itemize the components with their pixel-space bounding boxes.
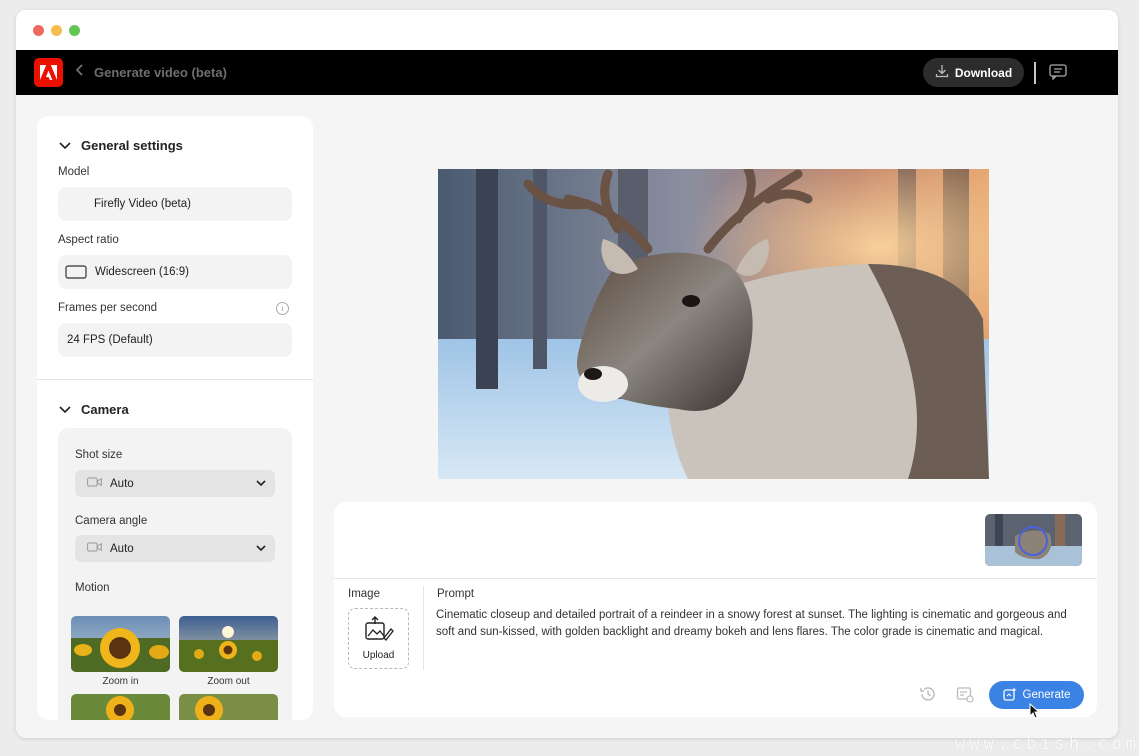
prompt-divider [423,586,424,670]
app-topbar: Generate video (beta) Download [16,50,1118,95]
fps-label: Frames per second [58,302,158,314]
camera-angle-select[interactable]: Auto [75,535,275,562]
camera-angle-value: Auto [110,542,134,555]
upload-image-icon [364,616,394,647]
camera-header[interactable]: Camera [59,402,129,417]
camera-angle-label: Camera angle [75,515,148,527]
page-title: Generate video (beta) [94,65,227,80]
minimize-window-button[interactable] [51,25,62,36]
generate-sparkle-icon [1002,687,1017,704]
maximize-window-button[interactable] [69,25,80,36]
chevron-down-icon [59,138,71,153]
image-label: Image [348,588,380,600]
motion-zoom-out-thumbnail[interactable] [179,616,278,672]
app-window: Generate video (beta) Download General s… [16,10,1118,738]
watermark-text: www.cbish.com [955,734,1139,754]
aspect-ratio-value: Widescreen (16:9) [95,266,189,278]
aspect-ratio-label: Aspect ratio [58,234,119,246]
video-preview-image [438,169,989,479]
model-value: Firefly Video (beta) [94,198,191,210]
settings-icon[interactable] [956,685,974,708]
shot-size-select[interactable]: Auto [75,470,275,497]
motion-option-thumbnail[interactable] [179,694,278,720]
info-icon[interactable]: i [276,302,289,315]
panel-divider [37,379,313,380]
widescreen-icon [65,265,87,279]
download-button[interactable]: Download [923,58,1024,87]
download-label: Download [954,65,1013,80]
chat-icon[interactable] [1049,64,1067,85]
download-icon [935,64,949,81]
zoom-in-label: Zoom in [102,676,139,687]
camera-settings-box: Shot size Auto Camera angle Auto Motion … [58,428,292,720]
close-window-button[interactable] [33,25,44,36]
fps-value: 24 FPS (Default) [67,334,153,346]
generation-history-thumbnail[interactable] [985,514,1082,566]
motion-option-thumbnail[interactable] [71,694,170,720]
motion-label: Motion [75,582,110,594]
prompt-textarea[interactable]: Cinematic closeup and detailed portrait … [436,607,1086,640]
generate-label: Generate [1022,689,1071,701]
chevron-down-icon [59,402,71,417]
upload-label: Upload [362,650,395,661]
fps-select[interactable]: 24 FPS (Default) [58,323,292,357]
adobe-logo-icon[interactable] [34,58,63,87]
model-select[interactable]: Firefly Video (beta) [58,187,292,221]
prompt-label: Prompt [437,588,475,600]
general-settings-title: General settings [81,138,183,153]
zoom-out-label: Zoom out [207,676,250,687]
history-icon[interactable] [919,685,937,708]
shot-size-label: Shot size [75,449,123,461]
chevron-down-icon [256,543,266,555]
prompt-panel: Image Upload Prompt Cinematic closeup an… [334,502,1097,717]
model-label: Model [58,166,90,178]
aspect-ratio-select[interactable]: Widescreen (16:9) [58,255,292,289]
back-chevron-icon[interactable] [75,63,84,80]
video-camera-icon [87,542,102,555]
shot-size-value: Auto [110,477,134,490]
general-settings-header[interactable]: General settings [59,138,183,153]
settings-panel: General settings Model Firefly Video (be… [37,116,313,720]
camera-title: Camera [81,402,129,417]
window-titlebar [16,10,1118,50]
generation-history-strip [334,502,1097,579]
chevron-down-icon [256,478,266,490]
upload-image-button[interactable]: Upload [348,608,409,669]
cursor-icon [1029,702,1041,724]
video-camera-icon [87,477,102,490]
motion-zoom-in-thumbnail[interactable] [71,616,170,672]
topbar-divider [1034,62,1036,84]
